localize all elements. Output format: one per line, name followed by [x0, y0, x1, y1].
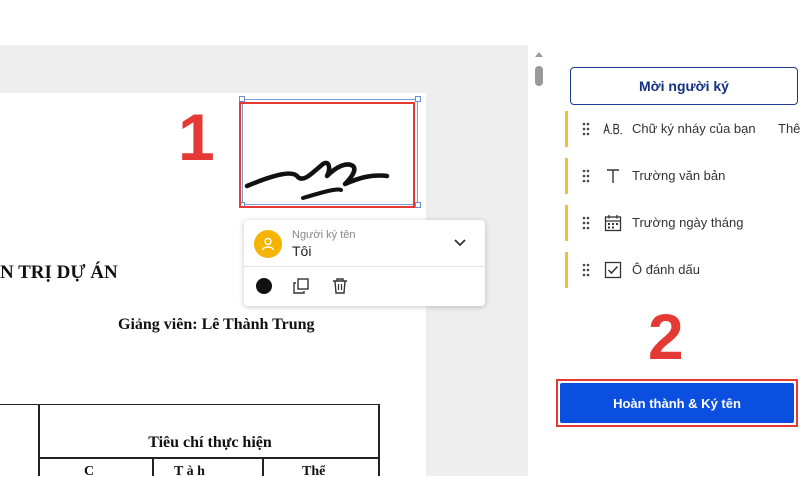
signer-popup: Người ký tên Tôi	[244, 220, 485, 306]
document-heading: N TRỊ DỰ ÁN	[0, 262, 118, 283]
field-extra-label: Thê	[778, 121, 800, 136]
ink-color-icon[interactable]	[254, 276, 274, 296]
field-label: Chữ ký nháy của bạn	[632, 121, 756, 136]
text-icon	[603, 166, 623, 186]
divider	[244, 266, 485, 267]
document-lecturer: Giảng viên: Lê Thành Trung	[118, 316, 315, 333]
table-subheader: C	[84, 464, 95, 476]
finish-and-sign-button[interactable]: Hoàn thành & Ký tên	[560, 383, 794, 423]
invite-signer-button[interactable]: Mời người ký	[570, 67, 798, 105]
trash-icon[interactable]	[330, 276, 350, 296]
signature-field[interactable]	[239, 102, 415, 208]
table-line	[152, 458, 154, 476]
table-header: Tiêu chí thực hiện	[148, 434, 272, 451]
table-subheader: T à h	[174, 464, 205, 476]
step-number-1: 1	[178, 100, 215, 174]
field-item-date[interactable]: Trường ngày tháng	[565, 205, 800, 241]
drag-handle-icon[interactable]	[582, 169, 590, 183]
duplicate-icon[interactable]	[291, 276, 311, 296]
top-bar	[0, 0, 800, 45]
field-label: Trường ngày tháng	[632, 215, 744, 230]
drag-handle-icon[interactable]	[582, 216, 590, 230]
resize-handle[interactable]	[415, 96, 421, 102]
scrollbar[interactable]	[533, 45, 545, 476]
field-item-checkbox[interactable]: Ô đánh dấu	[565, 252, 800, 288]
scroll-up-icon[interactable]	[535, 52, 543, 57]
initials-icon	[603, 119, 623, 139]
table-line	[262, 458, 264, 476]
signature-drawing	[244, 160, 390, 200]
drag-handle-icon[interactable]	[582, 122, 590, 136]
resize-handle[interactable]	[415, 202, 421, 208]
chevron-down-icon[interactable]	[452, 234, 468, 250]
user-avatar-icon	[254, 230, 282, 258]
finish-highlight: Hoàn thành & Ký tên	[556, 379, 798, 427]
step-number-2: 2	[648, 301, 684, 373]
calendar-icon	[603, 213, 623, 233]
table-line	[40, 457, 380, 459]
table-subheader: Thế	[302, 464, 326, 476]
checkbox-icon	[603, 260, 623, 280]
field-label: Ô đánh dấu	[632, 262, 700, 277]
drag-handle-icon[interactable]	[582, 263, 590, 277]
scrollbar-thumb[interactable]	[535, 66, 543, 86]
field-item-text[interactable]: Trường văn bản	[565, 158, 800, 194]
field-item-initials[interactable]: Chữ ký nháy của bạn Thê	[565, 111, 800, 147]
field-label: Trường văn bản	[632, 168, 726, 183]
signer-name: Tôi	[292, 243, 312, 259]
signer-caption: Người ký tên	[292, 229, 356, 241]
